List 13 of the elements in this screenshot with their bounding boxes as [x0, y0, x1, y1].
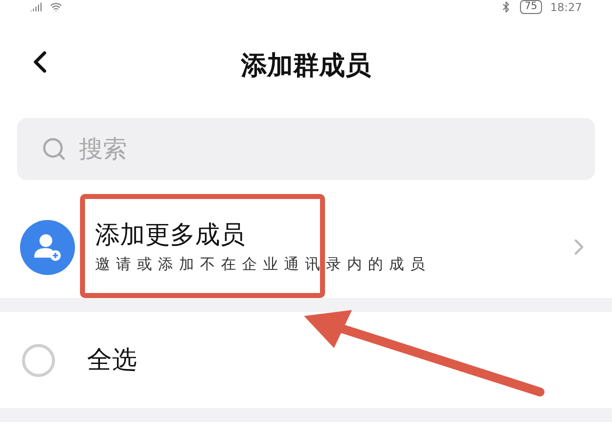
search-field[interactable]: 搜索	[17, 118, 595, 180]
battery-level: 75	[520, 0, 542, 14]
search-input[interactable]: 搜索	[79, 131, 379, 167]
search-icon	[41, 136, 67, 162]
select-all-row[interactable]: 全选	[0, 312, 612, 408]
radio-button[interactable]	[22, 344, 55, 376]
row-subtitle: 邀请或添加不在企业通讯录内的成员	[95, 254, 432, 275]
clock-time: 18:27	[550, 2, 582, 12]
select-all-label: 全选	[87, 344, 137, 376]
signal-icon	[30, 1, 42, 13]
add-members-row[interactable]: 添加更多成员 邀请或添加不在企业通讯录内的成员	[0, 196, 612, 298]
page-title: 添加群成员	[241, 50, 371, 82]
row-title: 添加更多成员	[95, 219, 246, 251]
